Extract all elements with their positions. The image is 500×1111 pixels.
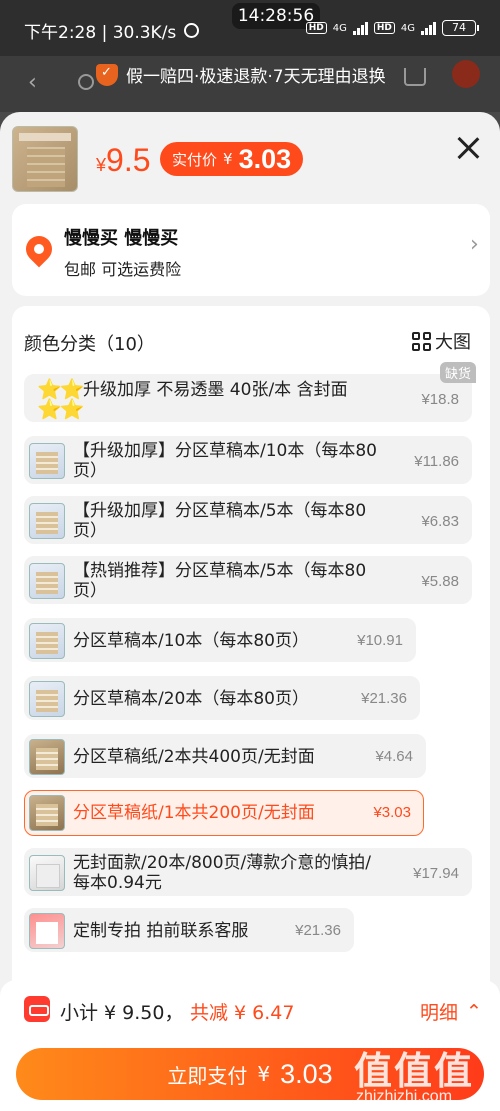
sku-option-label: 分区草稿本/10本（每本80页）	[73, 631, 309, 651]
option-thumbnail	[29, 443, 65, 479]
status-left: 下午2:28 | 30.3K/s	[24, 18, 200, 43]
sku-option-price: ¥11.86	[414, 453, 459, 470]
option-thumbnail	[29, 913, 65, 949]
sku-option-1[interactable]: 【升级加厚】分区草稿本/10本（每本80页） ¥11.86	[24, 436, 472, 484]
sku-option-label: 定制专拍 拍前联系客服	[73, 921, 249, 941]
guarantee-text: 假一赔四·极速退款·7天无理由退换	[126, 67, 386, 87]
pay-label: 立即支付	[167, 1063, 248, 1088]
sku-option-label: 分区草稿纸/2本共400页/无封面	[73, 747, 315, 767]
hd-icon-2: HD	[373, 22, 395, 34]
sku-option-label: 分区草稿本/20本（每本80页）	[73, 689, 309, 709]
big-image-label: 大图	[435, 332, 471, 353]
sku-option-label: 【升级加厚】分区草稿本/5本（每本80页）	[73, 501, 367, 541]
real-price-symbol: ¥	[223, 150, 233, 168]
detail-label: 明细	[420, 1002, 459, 1024]
network-label-1: 4G	[332, 22, 347, 34]
guarantee-banner: 假一赔四·极速退款·7天无理由退换	[96, 62, 386, 87]
pay-amount: 3.03	[280, 1058, 333, 1089]
grid-icon	[412, 331, 431, 351]
option-thumbnail	[29, 795, 65, 831]
option-thumbnail	[29, 739, 65, 775]
sku-option-3[interactable]: 【热销推荐】分区草稿本/5本（每本80页） ¥5.88	[24, 556, 472, 604]
sku-option-price: ¥10.91	[357, 632, 403, 649]
sku-title: 颜色分类（10）	[24, 334, 155, 355]
option-thumbnail	[29, 681, 65, 717]
search-icon	[78, 74, 94, 90]
sku-option-label: 无封面款/20本/800页/薄款介意的慎拍/每本0.94元	[73, 853, 371, 893]
pay-symbol: ¥	[257, 1062, 271, 1086]
sku-option-label: 【热销推荐】分区草稿本/5本（每本80页）	[73, 561, 367, 601]
real-price-badge: 实付价 ¥ 3.03	[160, 142, 304, 176]
sku-sheet: ¥9.5 实付价 ¥ 3.03 慢慢买 慢慢买 包邮 可选运费险 › 颜色分类（…	[0, 112, 500, 1111]
back-icon[interactable]: ‹	[28, 70, 37, 95]
price-symbol: ¥	[96, 155, 107, 175]
address-card[interactable]: 慢慢买 慢慢买 包邮 可选运费险 ›	[12, 204, 490, 296]
star-icon: ⭐⭐ ⭐⭐	[37, 377, 85, 421]
cart-icon[interactable]	[404, 68, 426, 86]
product-thumbnail[interactable]	[12, 126, 78, 192]
detail-toggle[interactable]: 明细 ⌃	[420, 998, 482, 1025]
option-thumbnail	[29, 503, 65, 539]
pay-now-button[interactable]: 立即支付 ¥ 3.03	[16, 1048, 484, 1100]
sku-option-price: ¥21.36	[295, 922, 341, 939]
close-icon[interactable]	[456, 136, 480, 160]
hd-icon: HD	[305, 22, 327, 34]
alarm-icon	[184, 23, 200, 38]
signal-icon-2	[421, 21, 436, 35]
sku-option-5[interactable]: 分区草稿本/20本（每本80页） ¥21.36	[24, 676, 420, 720]
option-thumbnail	[29, 623, 65, 659]
big-image-toggle[interactable]: 大图	[412, 328, 471, 354]
sku-option-price: ¥6.83	[421, 513, 459, 530]
coupon-icon	[24, 996, 50, 1022]
sku-option-9[interactable]: 定制专拍 拍前联系客服 ¥21.36	[24, 908, 354, 952]
sku-option-price: ¥3.03	[373, 804, 411, 821]
price-value: 9.5	[106, 142, 151, 178]
discount-text: 共减 ¥ 6.47	[190, 1002, 295, 1024]
address-name: 慢慢买 慢慢买	[64, 228, 179, 249]
status-bar: 下午2:28 | 30.3K/s 14:28:56 HD 4G HD 4G 74	[0, 0, 500, 56]
chevron-right-icon: ›	[470, 232, 479, 257]
battery-icon: 74	[442, 20, 479, 36]
sku-option-label: 升级加厚 不易透墨 40张/本 含封面	[83, 380, 348, 400]
option-thumbnail	[29, 855, 65, 891]
avatar[interactable]	[452, 60, 480, 88]
sku-option-price: ¥18.8	[421, 391, 459, 408]
page-header: ‹ 假一赔四·极速退款·7天无理由退换	[0, 56, 500, 112]
sku-option-label: 分区草稿纸/1本共200页/无封面	[73, 803, 315, 823]
product-header: ¥9.5 实付价 ¥ 3.03	[0, 112, 500, 202]
sku-option-price: ¥21.36	[361, 690, 407, 707]
sku-option-price: ¥5.88	[421, 573, 459, 590]
address-shipping: 包邮 可选运费险	[64, 260, 182, 279]
subtotal-text: 小计 ¥ 9.50，	[60, 1002, 184, 1024]
location-pin-icon	[20, 230, 58, 268]
signal-icon	[352, 21, 368, 35]
product-price: ¥9.5	[96, 142, 151, 179]
network-label-2: 4G	[400, 22, 415, 34]
sku-option-2[interactable]: 【升级加厚】分区草稿本/5本（每本80页） ¥6.83	[24, 496, 472, 544]
sku-option-4[interactable]: 分区草稿本/10本（每本80页） ¥10.91	[24, 618, 416, 662]
checkout-bar: 小计 ¥ 9.50， 共减 ¥ 6.47 明细 ⌃ 立即支付 ¥ 3.03	[0, 980, 500, 1111]
sku-option-6[interactable]: 分区草稿纸/2本共400页/无封面 ¥4.64	[24, 734, 426, 778]
sku-option-price: ¥17.94	[413, 865, 459, 882]
real-price-value: 3.03	[238, 143, 292, 174]
chevron-up-icon: ⌃	[466, 1000, 482, 1023]
real-price-label: 实付价	[172, 150, 218, 169]
shield-icon	[96, 63, 118, 86]
sku-option-0[interactable]: ⭐⭐ ⭐⭐ 升级加厚 不易透墨 40张/本 含封面 ¥18.8	[24, 374, 472, 422]
sku-option-price: ¥4.64	[375, 748, 413, 765]
sku-option-7-selected[interactable]: 分区草稿纸/1本共200页/无封面 ¥3.03	[24, 790, 424, 836]
sku-option-label: 【升级加厚】分区草稿本/10本（每本80页）	[73, 441, 377, 481]
sku-option-8[interactable]: 无封面款/20本/800页/薄款介意的慎拍/每本0.94元 ¥17.94	[24, 848, 472, 896]
status-right: HD 4G HD 4G 74	[305, 20, 479, 36]
option-thumbnail	[29, 563, 65, 599]
status-left-text: 下午2:28 | 30.3K/s	[24, 23, 177, 43]
out-of-stock-badge: 缺货	[440, 362, 477, 383]
